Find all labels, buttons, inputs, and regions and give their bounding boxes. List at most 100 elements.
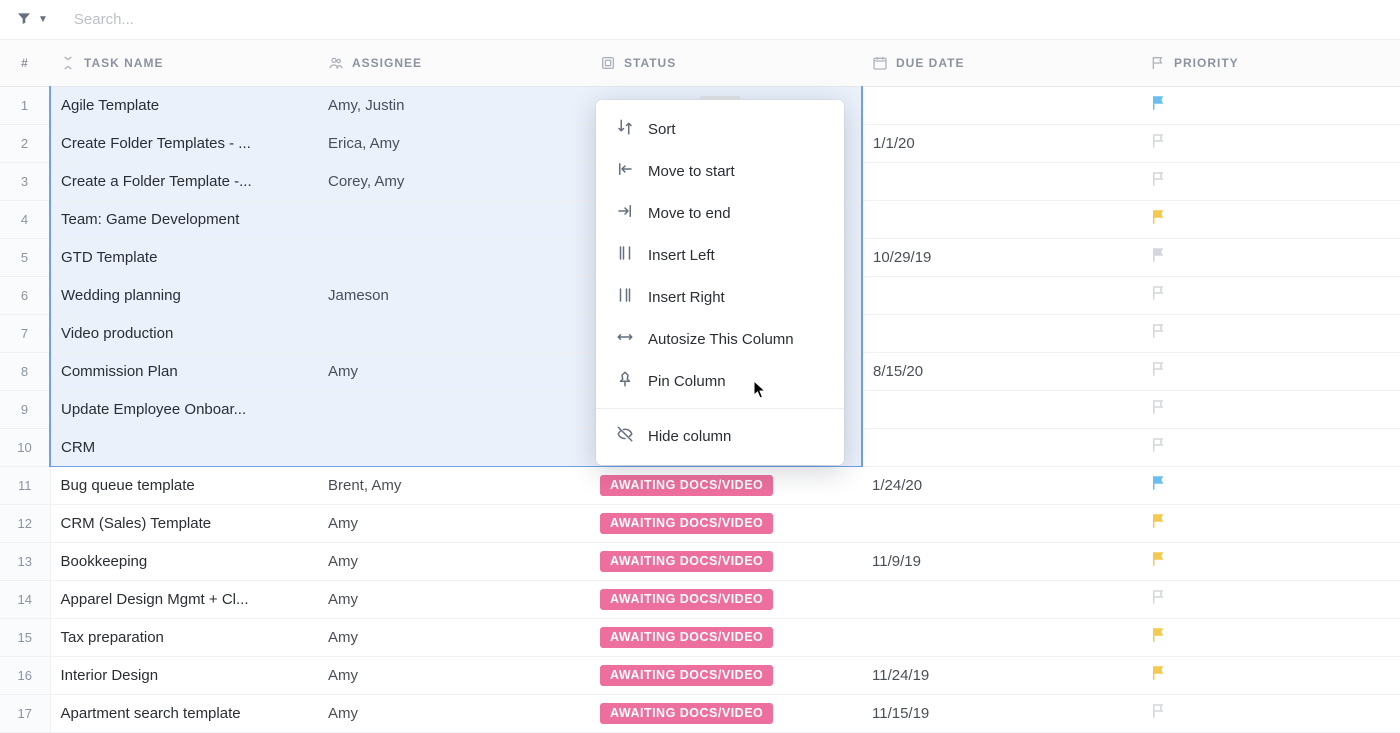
- ctx-item-move-start[interactable]: Move to start: [596, 150, 844, 192]
- task-name-cell[interactable]: Apartment search template: [50, 694, 318, 732]
- due-date-cell[interactable]: 10/29/19: [862, 238, 1140, 276]
- assignee-cell[interactable]: Erica, Amy: [318, 124, 590, 162]
- assignee-cell[interactable]: Amy: [318, 504, 590, 542]
- due-date-cell[interactable]: [862, 580, 1140, 618]
- status-cell[interactable]: AWAITING DOCS/VIDEO: [590, 466, 862, 504]
- task-name-cell[interactable]: Wedding planning: [50, 276, 318, 314]
- due-date-cell[interactable]: [862, 200, 1140, 238]
- task-name-cell[interactable]: Team: Game Development: [50, 200, 318, 238]
- ctx-item-pin[interactable]: Pin Column: [596, 360, 844, 402]
- task-name-cell[interactable]: GTD Template: [50, 238, 318, 276]
- assignee-cell[interactable]: [318, 428, 590, 466]
- due-date-cell[interactable]: [862, 86, 1140, 124]
- task-name-cell[interactable]: Agile Template: [50, 86, 318, 124]
- priority-cell[interactable]: [1140, 238, 1400, 276]
- assignee-cell[interactable]: Amy, Justin: [318, 86, 590, 124]
- priority-cell[interactable]: [1140, 314, 1400, 352]
- priority-cell[interactable]: [1140, 542, 1400, 580]
- priority-cell[interactable]: [1140, 352, 1400, 390]
- priority-cell[interactable]: [1140, 162, 1400, 200]
- table-row[interactable]: 12 CRM (Sales) Template Amy AWAITING DOC…: [0, 504, 1400, 542]
- priority-cell[interactable]: [1140, 390, 1400, 428]
- header-status[interactable]: STATUS: [590, 40, 862, 86]
- status-cell[interactable]: AWAITING DOCS/VIDEO: [590, 618, 862, 656]
- priority-cell[interactable]: [1140, 200, 1400, 238]
- status-cell[interactable]: AWAITING DOCS/VIDEO: [590, 504, 862, 542]
- table-row[interactable]: 15 Tax preparation Amy AWAITING DOCS/VID…: [0, 618, 1400, 656]
- filter-dropdown-caret[interactable]: ▼: [38, 14, 48, 25]
- ctx-item-move-end[interactable]: Move to end: [596, 192, 844, 234]
- priority-cell[interactable]: [1140, 618, 1400, 656]
- search-input[interactable]: [68, 7, 268, 32]
- task-name-cell[interactable]: Create a Folder Template -...: [50, 162, 318, 200]
- due-date-cell[interactable]: [862, 314, 1140, 352]
- priority-cell[interactable]: [1140, 580, 1400, 618]
- due-date-cell[interactable]: 11/15/19: [862, 694, 1140, 732]
- status-cell[interactable]: AWAITING DOCS/VIDEO: [590, 542, 862, 580]
- task-name-cell[interactable]: Tax preparation: [50, 618, 318, 656]
- assignee-cell[interactable]: Brent, Amy: [318, 466, 590, 504]
- priority-cell[interactable]: [1140, 124, 1400, 162]
- drag-handle[interactable]: [700, 96, 740, 100]
- priority-cell[interactable]: [1140, 656, 1400, 694]
- header-task[interactable]: TASK NAME: [50, 40, 318, 86]
- status-cell[interactable]: AWAITING DOCS/VIDEO: [590, 580, 862, 618]
- task-name-cell[interactable]: Create Folder Templates - ...: [50, 124, 318, 162]
- table-row[interactable]: 14 Apparel Design Mgmt + Cl... Amy AWAIT…: [0, 580, 1400, 618]
- assignee-cell[interactable]: [318, 390, 590, 428]
- assignee-cell[interactable]: Amy: [318, 656, 590, 694]
- assignee-cell[interactable]: Amy: [318, 694, 590, 732]
- header-priority[interactable]: PRIORITY: [1140, 40, 1400, 86]
- due-date-cell[interactable]: 8/15/20: [862, 352, 1140, 390]
- task-name-cell[interactable]: Bookkeeping: [50, 542, 318, 580]
- status-cell[interactable]: AWAITING DOCS/VIDEO: [590, 694, 862, 732]
- assignee-cell[interactable]: [318, 238, 590, 276]
- ctx-item-hide[interactable]: Hide column: [596, 415, 844, 457]
- task-name-cell[interactable]: Interior Design: [50, 656, 318, 694]
- task-name-cell[interactable]: Commission Plan: [50, 352, 318, 390]
- assignee-cell[interactable]: Amy: [318, 352, 590, 390]
- due-date-cell[interactable]: [862, 162, 1140, 200]
- priority-cell[interactable]: [1140, 466, 1400, 504]
- due-date-cell[interactable]: [862, 428, 1140, 466]
- status-pill[interactable]: AWAITING DOCS/VIDEO: [600, 627, 773, 648]
- due-date-cell[interactable]: 1/24/20: [862, 466, 1140, 504]
- priority-cell[interactable]: [1140, 428, 1400, 466]
- filter-icon[interactable]: [16, 10, 32, 29]
- assignee-cell[interactable]: [318, 314, 590, 352]
- task-name-cell[interactable]: Apparel Design Mgmt + Cl...: [50, 580, 318, 618]
- header-due[interactable]: DUE DATE: [862, 40, 1140, 86]
- table-row[interactable]: 11 Bug queue template Brent, Amy AWAITIN…: [0, 466, 1400, 504]
- assignee-cell[interactable]: Amy: [318, 618, 590, 656]
- status-cell[interactable]: AWAITING DOCS/VIDEO: [590, 656, 862, 694]
- due-date-cell[interactable]: 1/1/20: [862, 124, 1140, 162]
- priority-cell[interactable]: [1140, 86, 1400, 124]
- assignee-cell[interactable]: [318, 200, 590, 238]
- ctx-item-autosize[interactable]: Autosize This Column: [596, 318, 844, 360]
- ctx-item-sort[interactable]: Sort: [596, 108, 844, 150]
- ctx-item-insert-right[interactable]: Insert Right: [596, 276, 844, 318]
- table-row[interactable]: 17 Apartment search template Amy AWAITIN…: [0, 694, 1400, 732]
- priority-cell[interactable]: [1140, 694, 1400, 732]
- assignee-cell[interactable]: Corey, Amy: [318, 162, 590, 200]
- status-pill[interactable]: AWAITING DOCS/VIDEO: [600, 475, 773, 496]
- assignee-cell[interactable]: Jameson: [318, 276, 590, 314]
- task-name-cell[interactable]: Video production: [50, 314, 318, 352]
- assignee-cell[interactable]: Amy: [318, 580, 590, 618]
- due-date-cell[interactable]: 11/24/19: [862, 656, 1140, 694]
- due-date-cell[interactable]: [862, 618, 1140, 656]
- due-date-cell[interactable]: [862, 390, 1140, 428]
- due-date-cell[interactable]: [862, 276, 1140, 314]
- header-assignee[interactable]: ASSIGNEE: [318, 40, 590, 86]
- task-name-cell[interactable]: Bug queue template: [50, 466, 318, 504]
- status-pill[interactable]: AWAITING DOCS/VIDEO: [600, 665, 773, 686]
- due-date-cell[interactable]: 11/9/19: [862, 542, 1140, 580]
- status-pill[interactable]: AWAITING DOCS/VIDEO: [600, 551, 773, 572]
- task-name-cell[interactable]: CRM: [50, 428, 318, 466]
- status-pill[interactable]: AWAITING DOCS/VIDEO: [600, 703, 773, 724]
- table-row[interactable]: 16 Interior Design Amy AWAITING DOCS/VID…: [0, 656, 1400, 694]
- task-name-cell[interactable]: CRM (Sales) Template: [50, 504, 318, 542]
- assignee-cell[interactable]: Amy: [318, 542, 590, 580]
- header-number[interactable]: #: [0, 40, 50, 86]
- due-date-cell[interactable]: [862, 504, 1140, 542]
